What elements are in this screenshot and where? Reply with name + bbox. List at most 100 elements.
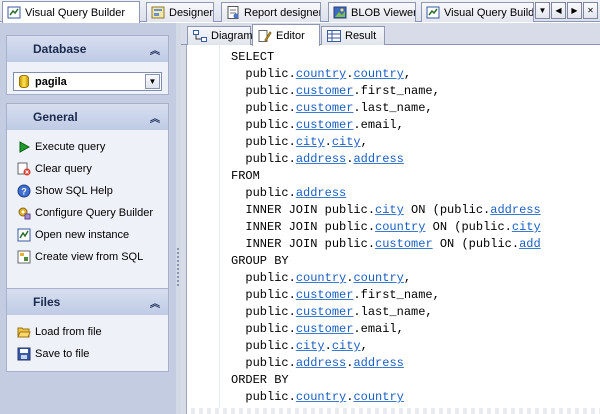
load-from-file-link[interactable]: Load from file <box>7 321 168 343</box>
database-group-header[interactable]: Database ︽ <box>7 36 168 62</box>
tab-label: BLOB Viewer <box>351 6 416 19</box>
code-text: , <box>403 67 412 81</box>
code-text: .first_name, <box>353 84 440 98</box>
configure-icon <box>17 206 31 220</box>
code-text: INNER JOIN public. <box>231 237 376 251</box>
editor-gutter <box>187 45 220 414</box>
identifier-link[interactable]: customer <box>296 118 354 132</box>
identifier-link[interactable]: country <box>353 271 403 285</box>
identifier-link[interactable]: address <box>296 186 346 200</box>
sql-keyword: ORDER BY <box>231 373 289 387</box>
code-line: public.country.country <box>231 389 541 406</box>
code-line: public.address.address <box>231 355 541 372</box>
identifier-link[interactable]: city <box>332 339 361 353</box>
identifier-link[interactable]: customer <box>296 288 354 302</box>
identifier-link[interactable]: address <box>490 203 540 217</box>
identifier-link[interactable]: address <box>353 152 403 166</box>
clear-query-link[interactable]: Clear query <box>7 158 168 180</box>
configure-query-builder-link[interactable]: Configure Query Builder <box>7 202 168 224</box>
database-select[interactable]: pagila ▼ <box>13 72 162 91</box>
code-text: public. <box>231 135 296 149</box>
tab-visual-query-builder[interactable]: Visual Query Builder <box>2 1 140 23</box>
identifier-link[interactable]: country <box>353 67 403 81</box>
execute-query-link[interactable]: Execute query <box>7 136 168 158</box>
general-group-header[interactable]: General ︽ <box>7 104 168 130</box>
tab-result[interactable]: Result <box>321 26 385 45</box>
code-line: public.customer.email, <box>231 321 541 338</box>
show-sql-help-link[interactable]: ? Show SQL Help <box>7 180 168 202</box>
code-text: public. <box>231 84 296 98</box>
identifier-link[interactable]: city <box>512 220 541 234</box>
tab-visual-query-builder-2[interactable]: Visual Query Builde <box>421 2 534 22</box>
tab-diagram[interactable]: Diagram <box>187 26 253 45</box>
arrow-left-icon: ◀ <box>555 6 562 15</box>
sql-code[interactable]: SELECT public.country.country, public.cu… <box>231 49 541 406</box>
code-text: ON (public. <box>425 220 512 234</box>
code-line: public.customer.last_name, <box>231 304 541 321</box>
chevron-down-icon[interactable]: ▼ <box>145 74 160 89</box>
identifier-link[interactable]: customer <box>296 322 354 336</box>
code-line: public.country.country, <box>231 66 541 83</box>
tab-label: Report designer <box>244 6 321 19</box>
identifier-link[interactable]: customer <box>296 305 354 319</box>
tab-report-designer[interactable]: Report designer <box>221 2 321 22</box>
identifier-link[interactable]: customer <box>375 237 433 251</box>
close-tab-button[interactable]: ✕ <box>583 2 598 19</box>
sql-editor[interactable]: SELECT public.country.country, public.cu… <box>186 45 600 414</box>
collapse-icon[interactable]: ︽ <box>150 42 160 57</box>
identifier-link[interactable]: country <box>296 271 346 285</box>
tab-editor[interactable]: Editor <box>252 24 320 46</box>
svg-text:?: ? <box>21 187 27 197</box>
tab-designer[interactable]: Designer <box>146 2 214 22</box>
report-icon <box>226 6 240 19</box>
tab-label: Result <box>345 30 377 42</box>
database-group: Database ︽ pagila ▼ <box>6 35 169 95</box>
code-line: public.customer.first_name, <box>231 287 541 304</box>
blob-icon <box>333 6 347 19</box>
files-group-header[interactable]: Files ︽ <box>7 289 168 315</box>
table-icon <box>327 30 341 42</box>
identifier-link[interactable]: customer <box>296 84 354 98</box>
open-new-instance-link[interactable]: Open new instance <box>7 224 168 246</box>
code-text: public. <box>231 118 296 132</box>
identifier-link[interactable]: address <box>296 356 346 370</box>
identifier-link[interactable]: country <box>353 390 403 404</box>
identifier-link[interactable]: city <box>296 135 325 149</box>
identifier-link[interactable]: country <box>375 220 425 234</box>
identifier-link[interactable]: address <box>296 152 346 166</box>
sql-keyword: SELECT <box>231 50 275 64</box>
identifier-link[interactable]: city <box>375 203 404 217</box>
identifier-link[interactable]: address <box>353 356 403 370</box>
code-text: public. <box>231 288 296 302</box>
identifier-link[interactable]: city <box>332 135 361 149</box>
new-instance-icon <box>17 228 31 242</box>
designer-icon <box>151 6 165 19</box>
tab-blob-viewer[interactable]: BLOB Viewer <box>328 2 416 22</box>
tab-label: Editor <box>276 29 305 42</box>
collapse-icon[interactable]: ︽ <box>150 110 160 125</box>
scroll-tabs-left-button[interactable]: ◀ <box>551 2 566 19</box>
identifier-link[interactable]: country <box>296 390 346 404</box>
identifier-link[interactable]: customer <box>296 101 354 115</box>
tab-list-button[interactable]: ▼ <box>535 2 550 19</box>
identifier-link[interactable]: city <box>296 339 325 353</box>
code-text: .email, <box>353 118 404 132</box>
code-line: public.address.address <box>231 151 541 168</box>
left-panel: Database ︽ pagila ▼ General ︽ Execute qu… <box>0 23 176 414</box>
code-line: GROUP BY <box>231 253 541 270</box>
scroll-tabs-right-button[interactable]: ▶ <box>567 2 582 19</box>
close-icon: ✕ <box>587 6 594 15</box>
code-line: FROM <box>231 168 541 185</box>
code-text: public. <box>231 356 296 370</box>
identifier-link[interactable]: country <box>296 67 346 81</box>
create-view-from-sql-link[interactable]: Create view from SQL <box>7 246 168 268</box>
help-icon: ? <box>17 184 31 198</box>
code-text: public. <box>231 322 296 336</box>
collapse-icon[interactable]: ︽ <box>150 295 160 310</box>
query-builder-icon <box>426 6 440 19</box>
save-to-file-link[interactable]: Save to file <box>7 343 168 365</box>
play-icon <box>17 140 31 154</box>
identifier-link[interactable]: add <box>519 237 541 251</box>
query-workspace: Diagram Editor Result SELECT public.coun… <box>181 23 600 414</box>
code-line: public.country.country, <box>231 270 541 287</box>
